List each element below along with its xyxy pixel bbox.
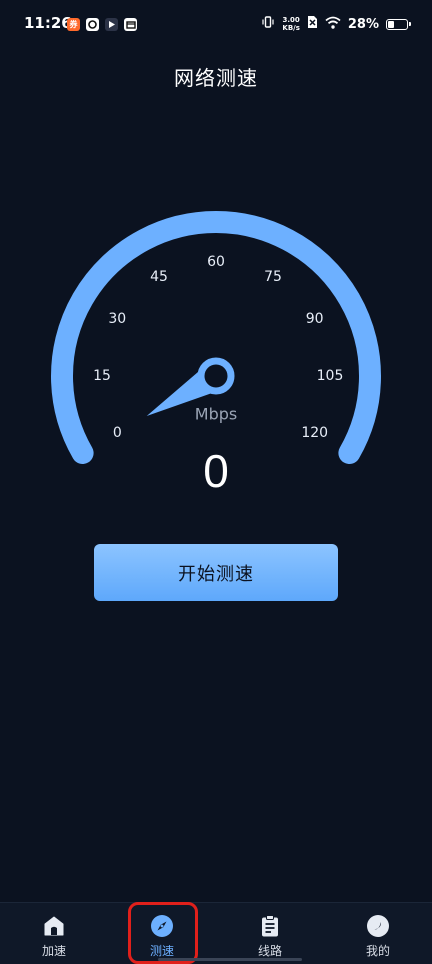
battery-icon [386, 18, 411, 30]
gauge-tick-label: 90 [305, 311, 324, 327]
status-right: 3.00 KB/s 28% [261, 15, 411, 33]
nav-item-accelerate[interactable]: 加速 [0, 903, 108, 964]
gauge-tick-label: 75 [264, 269, 282, 286]
play-notification-icon [105, 18, 118, 31]
nav-label-profile: 我的 [365, 944, 390, 958]
battery-percent: 28% [347, 16, 379, 32]
no-sim-icon [307, 15, 318, 33]
gauge-tick-label: 30 [108, 311, 127, 327]
app-notification-icon: 券 [67, 18, 80, 31]
moon-icon [365, 913, 391, 939]
compass-icon [149, 913, 175, 939]
gauge-hub [197, 357, 235, 395]
nav-label-routes: 线路 [257, 944, 282, 958]
message-notification-icon [124, 18, 137, 31]
gauge-tick-label: 15 [93, 368, 111, 384]
nav-item-speed-test[interactable]: 测速 [108, 903, 216, 964]
speed-value: 0 [203, 445, 229, 497]
speed-test-screen: 11:26 券 3.00 KB/s 28% 网络测速 0 15 30 45 60… [0, 0, 432, 964]
home-icon [41, 913, 67, 939]
clipboard-icon [257, 913, 283, 939]
nav-item-routes[interactable]: 线路 [216, 903, 324, 964]
gauge-tick-label: 60 [207, 254, 225, 270]
page-title: 网络测速 [174, 66, 258, 90]
vibrate-icon [261, 15, 275, 33]
status-bar: 11:26 券 3.00 KB/s 28% [0, 0, 432, 52]
network-speed-value: 3.00 [282, 16, 300, 24]
bottom-nav: 加速 测速 线路 我的 [0, 902, 432, 964]
notification-icons: 券 [67, 18, 137, 31]
sync-notification-icon [86, 18, 99, 31]
wifi-icon [325, 16, 341, 33]
nav-label-accelerate: 加速 [41, 944, 66, 958]
home-indicator [158, 958, 302, 961]
nav-label-speed-test: 测速 [149, 944, 174, 958]
status-time: 11:26 [24, 14, 72, 32]
gauge-unit: Mbps [194, 404, 238, 424]
start-test-button[interactable]: 开始测速 [94, 544, 338, 601]
gauge-tick-label: 45 [150, 269, 168, 286]
gauge-tick-label: 0 [112, 425, 122, 441]
speed-gauge: 0 15 30 45 60 75 90 105 120 Mbps 0 [0, 190, 432, 510]
nav-item-profile[interactable]: 我的 [324, 903, 432, 964]
gauge-tick-label: 120 [301, 425, 329, 441]
network-speed: 3.00 KB/s [282, 16, 299, 32]
network-speed-unit: KB/s [282, 24, 300, 32]
gauge-tick-label: 105 [316, 368, 344, 384]
